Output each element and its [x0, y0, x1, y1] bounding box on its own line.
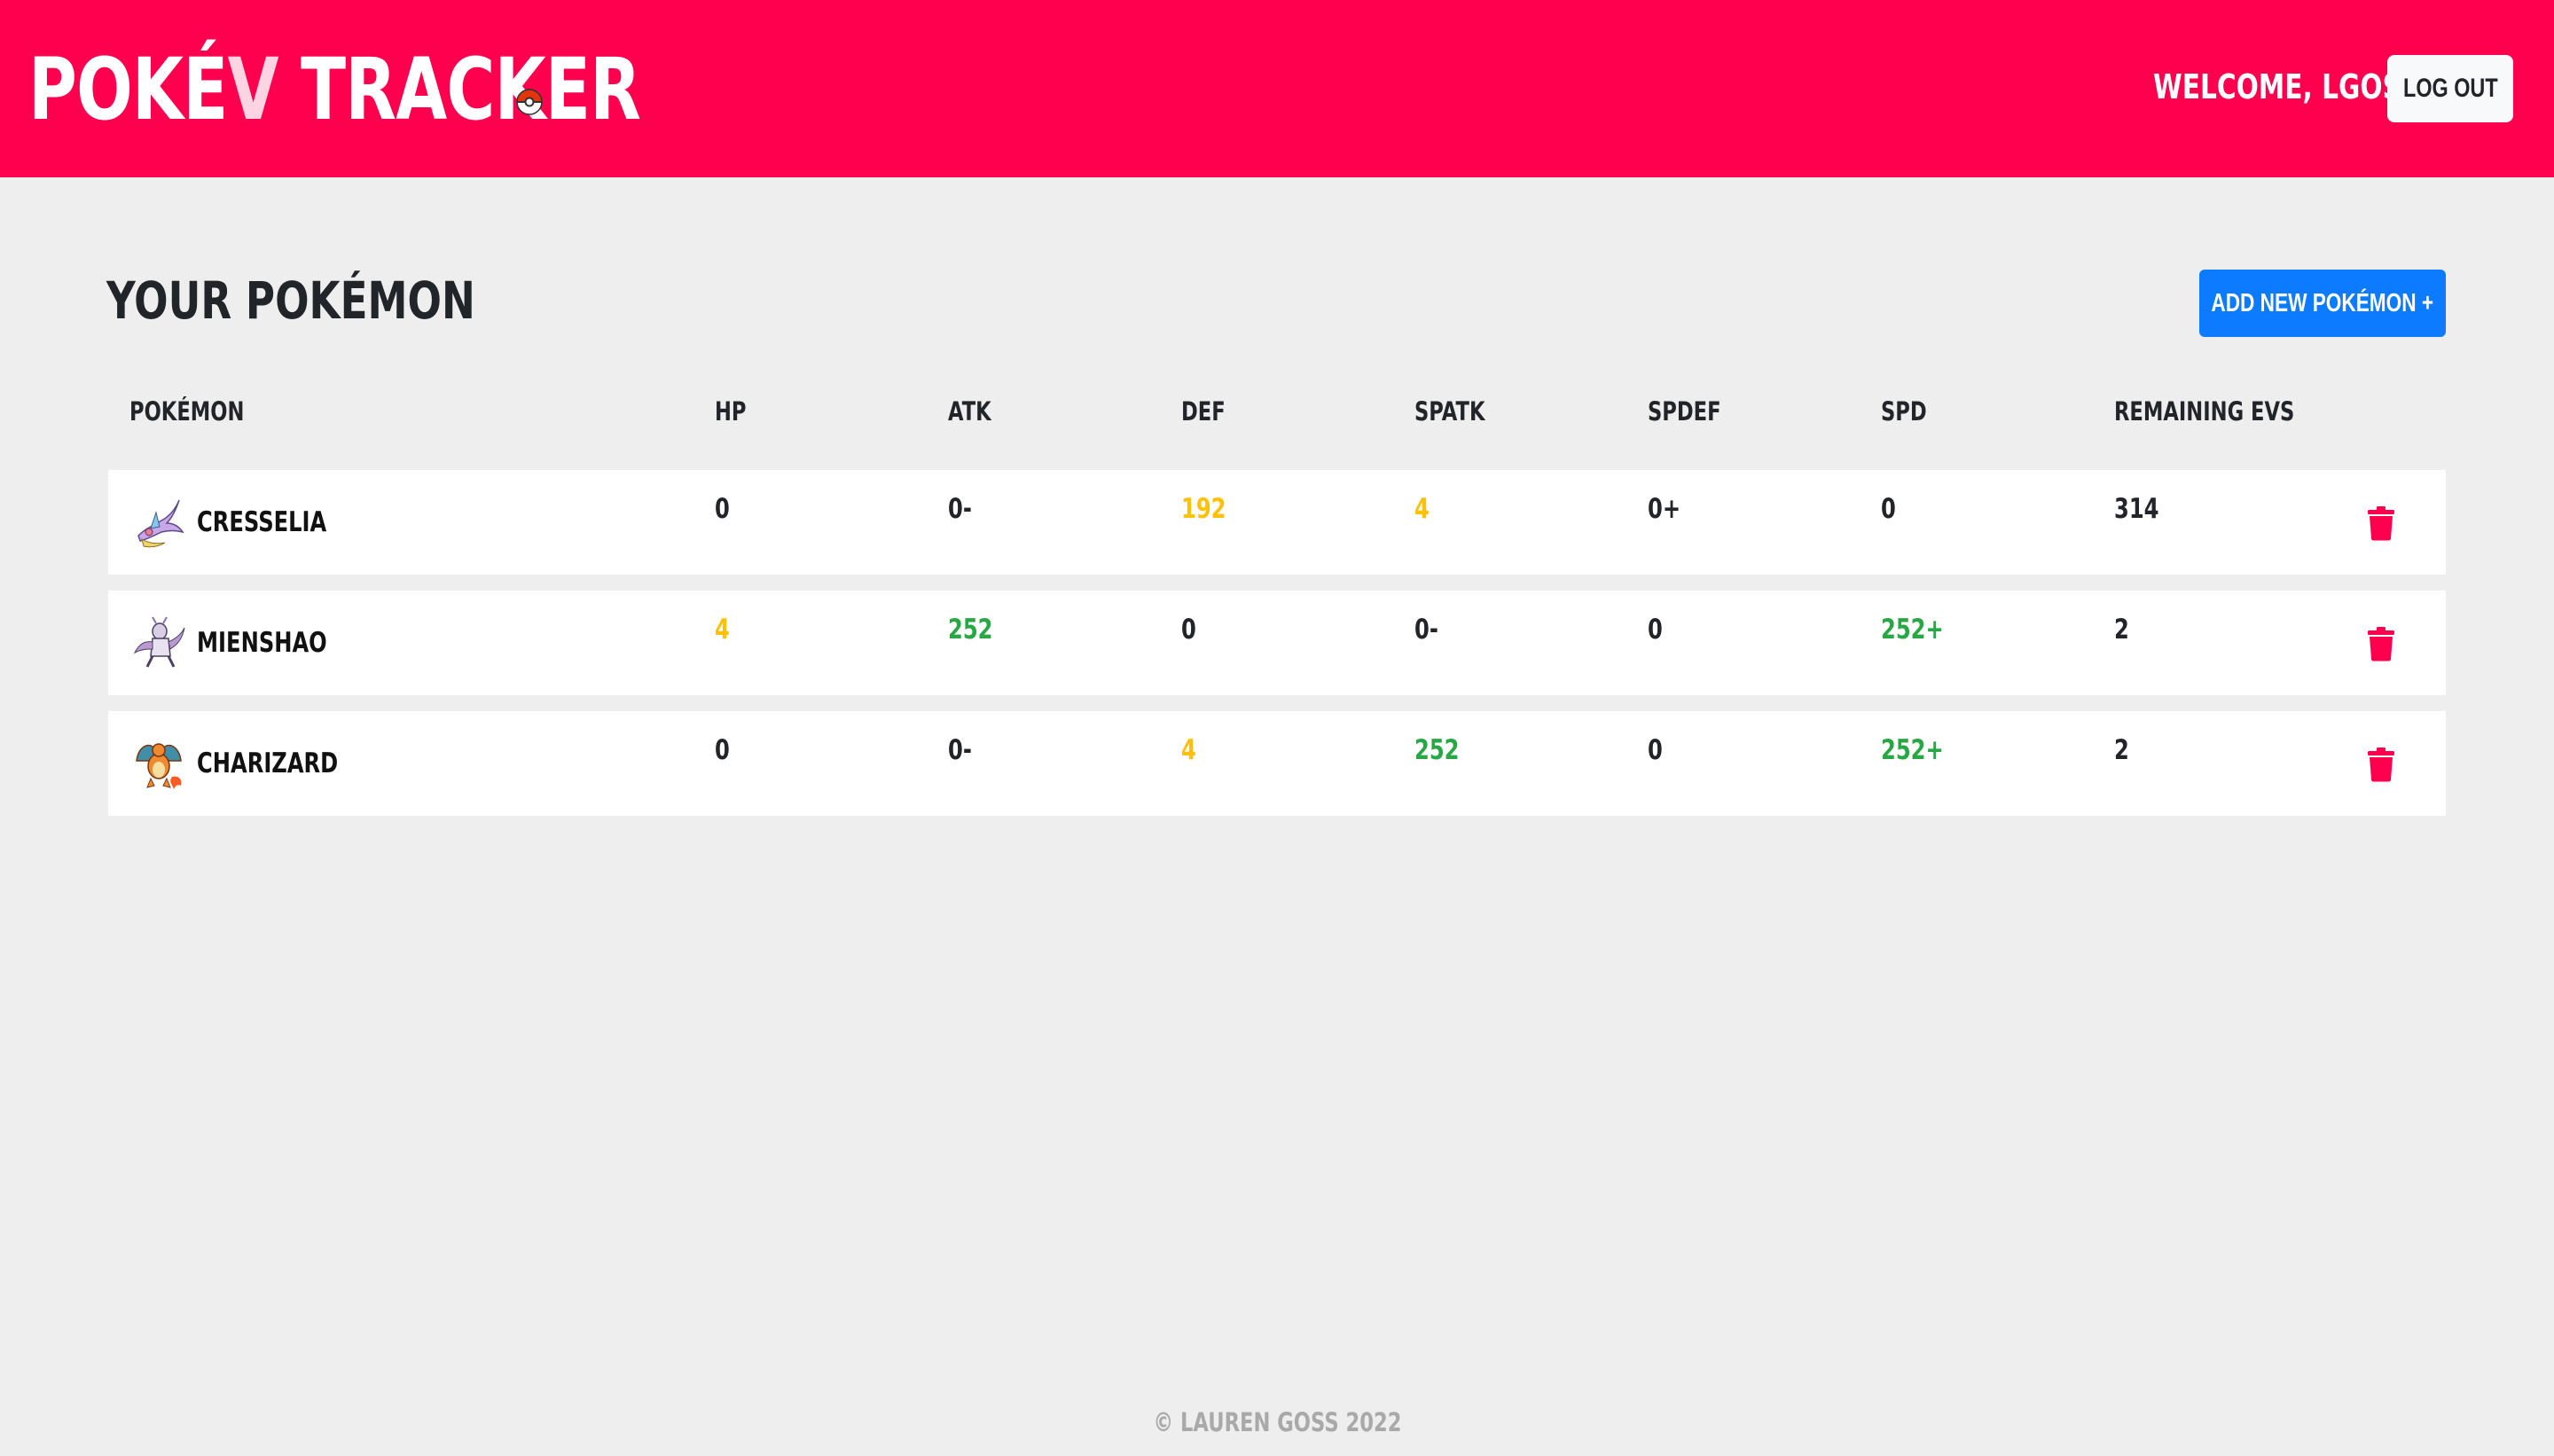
stat-spdef: 0 [1648, 614, 1663, 646]
stat-atk: 252 [948, 614, 993, 646]
trash-icon[interactable] [2366, 626, 2396, 661]
pokemon-name-cell: CHARIZARD [129, 736, 378, 791]
table-row[interactable]: CRESSELIA 0 0- 192 4 0+ 0 314 [108, 470, 2446, 575]
stat-spd: 252+ [1881, 614, 1944, 646]
brand-logo[interactable]: POKÉV TRACKER [28, 40, 813, 139]
footer-copyright: © LAUREN GOSS 2022 [1153, 1407, 1401, 1437]
cresselia-sprite-icon [137, 499, 184, 548]
logout-button[interactable]: LOG OUT [2387, 55, 2513, 122]
charizard-sprite-icon [136, 743, 182, 789]
stat-spd: 252+ [1881, 734, 1944, 766]
stat-spdef: 0 [1648, 734, 1663, 766]
pokeball-icon [516, 89, 543, 115]
remaining-evs: 314 [2114, 493, 2159, 525]
stat-atk: 0- [948, 734, 972, 766]
stat-def: 0 [1181, 614, 1196, 646]
pokemon-name: CRESSELIA [197, 506, 327, 538]
stat-hp: 0 [715, 734, 730, 766]
column-header-spd: SPD [1881, 396, 1927, 427]
stat-spdef: 0+ [1648, 493, 1681, 525]
page-title: YOUR POKÉMON [106, 270, 475, 331]
top-navbar: POKÉV TRACKER WELCOME, LGOSS LOG OUT [0, 0, 2554, 177]
column-header-spdef: SPDEF [1648, 396, 1721, 427]
column-header-remaining-evs: REMAINING EVS [2114, 396, 2295, 427]
add-pokemon-button[interactable]: ADD NEW POKÉMON + [2199, 270, 2446, 337]
table-header: POKÉMON HP ATK DEF SPATK SPDEF SPD REMAI… [108, 390, 2446, 433]
stat-spatk: 252 [1414, 734, 1460, 766]
stat-atk: 0- [948, 493, 972, 525]
remaining-evs: 2 [2114, 614, 2129, 646]
brand-title: POKÉV TRACKER [28, 40, 641, 139]
column-header-def: DEF [1181, 396, 1226, 427]
remaining-evs: 2 [2114, 734, 2129, 766]
column-header-pokemon: POKÉMON [129, 396, 245, 427]
stat-hp: 4 [715, 614, 730, 646]
pokemon-name: CHARIZARD [197, 748, 339, 779]
footer: © LAUREN GOSS 2022 [0, 1405, 2554, 1440]
column-header-hp: HP [715, 396, 747, 427]
stat-hp: 0 [715, 493, 730, 525]
trash-icon[interactable] [2366, 505, 2396, 541]
stat-spatk: 4 [1414, 493, 1430, 525]
mienshao-sprite-icon [133, 616, 185, 668]
pokemon-name-cell: CRESSELIA [129, 495, 364, 550]
column-header-spatk: SPATK [1414, 396, 1485, 427]
stat-def: 4 [1181, 734, 1196, 766]
table-row[interactable]: CHARIZARD 0 0- 4 252 0 252+ 2 [108, 711, 2446, 816]
table-row[interactable]: MIENSHAO 4 252 0 0- 0 252+ 2 [108, 591, 2446, 695]
pokemon-name-cell: MIENSHAO [129, 615, 364, 670]
stat-spatk: 0- [1414, 614, 1438, 646]
pokemon-name: MIENSHAO [197, 627, 327, 659]
trash-icon[interactable] [2366, 747, 2396, 782]
stat-def: 192 [1181, 493, 1226, 525]
stat-spd: 0 [1881, 493, 1896, 525]
column-header-atk: ATK [948, 396, 991, 427]
